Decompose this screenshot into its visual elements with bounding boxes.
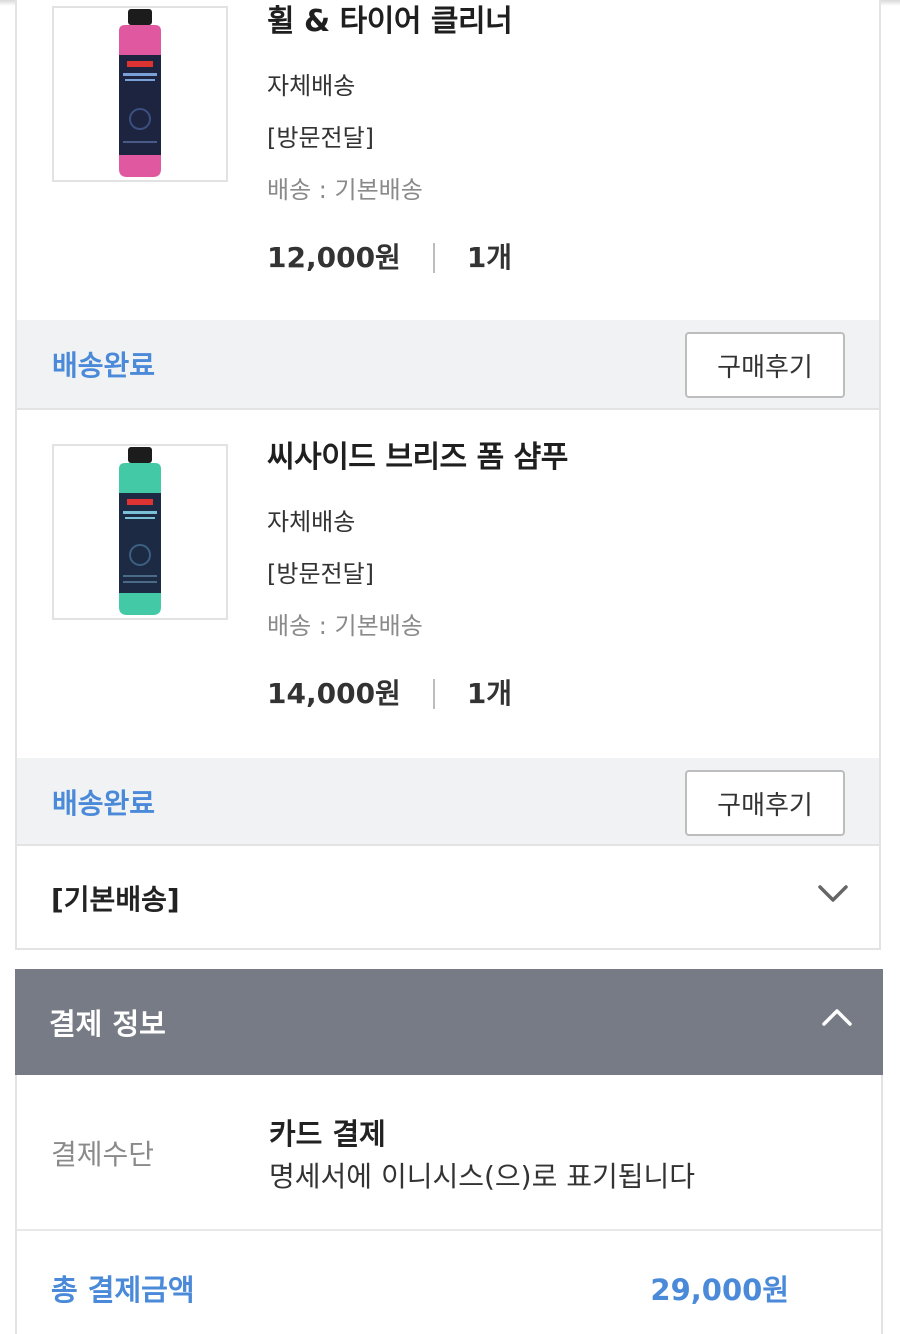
total-amount-row: 총 결제금액 29,000원 bbox=[17, 1231, 881, 1334]
payment-method-label: 결제수단 bbox=[51, 1138, 155, 1171]
review-button[interactable]: 구매후기 bbox=[685, 332, 845, 398]
price-divider bbox=[432, 679, 435, 709]
chevron-up-icon[interactable] bbox=[821, 1007, 853, 1031]
chevron-down-icon[interactable] bbox=[817, 884, 849, 908]
product-price: 12,000원 bbox=[267, 241, 401, 274]
product-item: 휠 & 타이어 클리너 자체배송 [방문전달] 배송 : 기본배송 12,000… bbox=[17, 0, 879, 320]
delivery-status: 배송완료 bbox=[52, 349, 156, 382]
payment-info-title: 결제 정보 bbox=[49, 1007, 166, 1041]
delivery-method: [방문전달] bbox=[267, 124, 375, 152]
delivery-type: 자체배송 bbox=[267, 72, 356, 100]
product-item: 씨사이드 브리즈 폼 샴푸 자체배송 [방문전달] 배송 : 기본배송 14,0… bbox=[17, 408, 879, 758]
review-button[interactable]: 구매후기 bbox=[685, 770, 845, 836]
product-price: 14,000원 bbox=[267, 677, 401, 710]
product-status-bar: 배송완료 구매후기 bbox=[17, 758, 879, 844]
price-divider bbox=[432, 243, 435, 273]
payment-method-note: 명세서에 이니시스(으)로 표기됩니다 bbox=[269, 1160, 696, 1193]
payment-info-header[interactable]: 결제 정보 bbox=[15, 969, 883, 1075]
total-amount-label: 총 결제금액 bbox=[51, 1273, 195, 1307]
shipping-info: 배송 : 기본배송 bbox=[267, 176, 423, 204]
total-amount-value: 29,000원 bbox=[650, 1273, 789, 1307]
order-items-card: 휠 & 타이어 클리너 자체배송 [방문전달] 배송 : 기본배송 12,000… bbox=[15, 0, 881, 950]
product-status-bar: 배송완료 구매후기 bbox=[17, 320, 879, 408]
price-row: 12,000원 1개 bbox=[267, 241, 859, 275]
payment-info-body: 결제수단 카드 결제 명세서에 이니시스(으)로 표기됩니다 총 결제금액 29… bbox=[15, 1075, 883, 1334]
shipping-group-label: [기본배송] bbox=[51, 883, 180, 916]
product-info: 씨사이드 브리즈 폼 샴푸 자체배송 [방문전달] 배송 : 기본배송 14,0… bbox=[267, 440, 859, 711]
delivery-type: 자체배송 bbox=[267, 508, 356, 536]
bottle-teal-icon bbox=[119, 447, 161, 615]
product-quantity: 1개 bbox=[466, 677, 513, 710]
delivery-method: [방문전달] bbox=[267, 560, 375, 588]
delivery-status: 배송완료 bbox=[52, 787, 156, 820]
payment-method-value: 카드 결제 bbox=[269, 1117, 386, 1151]
bottle-pink-icon bbox=[119, 9, 161, 177]
product-thumbnail[interactable] bbox=[52, 444, 228, 620]
product-name[interactable]: 씨사이드 브리즈 폼 샴푸 bbox=[267, 440, 859, 476]
product-info: 휠 & 타이어 클리너 자체배송 [방문전달] 배송 : 기본배송 12,000… bbox=[267, 4, 859, 275]
shipping-info: 배송 : 기본배송 bbox=[267, 612, 423, 640]
product-quantity: 1개 bbox=[466, 241, 513, 274]
product-thumbnail[interactable] bbox=[52, 6, 228, 182]
product-name[interactable]: 휠 & 타이어 클리너 bbox=[267, 4, 859, 40]
shipping-group-toggle[interactable]: [기본배송] bbox=[17, 844, 879, 950]
payment-method-row: 결제수단 카드 결제 명세서에 이니시스(으)로 표기됩니다 bbox=[17, 1075, 881, 1231]
price-row: 14,000원 1개 bbox=[267, 677, 859, 711]
